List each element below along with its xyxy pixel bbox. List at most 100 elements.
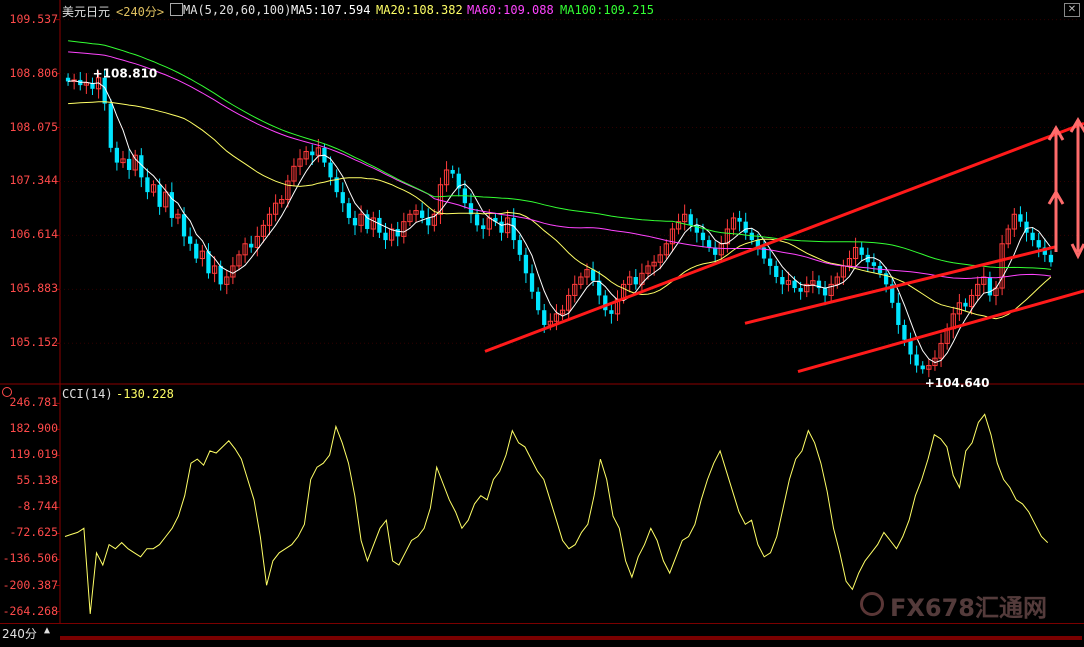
candle-body: [535, 291, 541, 311]
candle-body: [310, 151, 315, 156]
candle-body: [340, 192, 345, 204]
candle-body: [194, 243, 199, 259]
candle-body: [218, 265, 223, 285]
candle-body: [859, 247, 864, 255]
candle-body: [169, 192, 174, 218]
cci-tick-label: -264.268: [2, 603, 58, 618]
candle-body: [395, 229, 400, 237]
candle-body: [774, 265, 779, 277]
candle-body: [590, 269, 596, 281]
candle-body: [181, 214, 187, 237]
candle-body: [700, 232, 706, 241]
candle-body: [896, 302, 901, 325]
candle-body: [963, 302, 968, 307]
symbol-title: 美元日元: [62, 5, 111, 19]
candle-body: [1030, 232, 1035, 241]
candle-body: [871, 262, 877, 266]
cci-tick-label: -200.387: [2, 577, 58, 592]
candle-body: [145, 177, 150, 193]
candle-body: [908, 339, 913, 355]
ma100-line: [68, 40, 1051, 270]
cci-tick-label: 119.019: [9, 447, 58, 462]
candle-body: [743, 221, 748, 233]
ma5-value: MA5:107.594: [291, 3, 371, 17]
close-icon[interactable]: ✕: [1064, 3, 1080, 17]
candle-body: [420, 210, 425, 218]
candle-body: [798, 288, 803, 292]
cci-line: [64, 413, 1049, 614]
candle-body: [603, 295, 608, 311]
high-price-label: +108.810: [93, 66, 158, 80]
candle-body: [426, 217, 431, 226]
price-tick-label: 105.883: [9, 281, 58, 296]
cci-value: -130.228: [116, 387, 174, 401]
ma60-value: MA60:109.088: [467, 3, 554, 17]
candle-body: [157, 184, 162, 207]
candle-body: [1036, 240, 1041, 248]
chart-indicator-icon[interactable]: [170, 3, 183, 16]
candle-body: [450, 169, 455, 174]
candle-body: [780, 276, 785, 285]
price-tick-label: 107.344: [9, 173, 58, 188]
candle-body: [542, 310, 547, 325]
candle-body: [517, 240, 522, 255]
candle-body: [609, 310, 614, 314]
ma5-line: [68, 80, 1052, 364]
period-tab[interactable]: 240分: [2, 625, 37, 642]
candle-body: [511, 217, 516, 241]
candle-body: [249, 243, 254, 248]
price-tick-label: 106.614: [9, 227, 58, 242]
candle-body: [352, 217, 358, 226]
candle-body: [481, 225, 486, 230]
candle-body: [822, 288, 828, 296]
price-tick-label: 108.806: [9, 65, 58, 80]
ma20-value: MA20:108.382: [376, 3, 463, 17]
candle-body: [188, 236, 193, 244]
cci-tick-label: -8.744: [16, 499, 58, 514]
candle-body: [523, 254, 529, 274]
candle-body: [688, 214, 693, 226]
low-price-label: +104.640: [925, 376, 990, 390]
candle-body: [1048, 254, 1054, 263]
period-label[interactable]: <240分>: [116, 3, 164, 20]
ma20-line: [68, 101, 1052, 320]
candle-body: [383, 232, 388, 241]
candle-body: [792, 280, 797, 289]
price-chart-svg[interactable]: +108.810 +104.640: [0, 0, 1084, 643]
candle-body: [377, 217, 382, 233]
candle-body: [706, 240, 712, 248]
ma100-value: MA100:109.215: [560, 3, 654, 17]
candle-body: [328, 162, 333, 178]
candle-body: [914, 354, 919, 366]
candle-body: [633, 276, 638, 285]
price-tick-label: 109.537: [9, 11, 58, 26]
candle-body: [499, 221, 504, 233]
cci-tick-label: 55.138: [16, 473, 58, 488]
candle-body: [1018, 214, 1023, 222]
candle-body: [987, 276, 993, 296]
ma60-line: [68, 51, 1051, 280]
period-arrow-icon[interactable]: ▲: [44, 625, 50, 636]
cci-tick-label: -72.625: [9, 525, 58, 540]
watermark-text: FX678汇通网: [890, 594, 1047, 622]
candle-body: [108, 103, 113, 148]
cci-tick-label: 246.781: [9, 395, 58, 410]
cci-tick-label: -136.506: [2, 551, 58, 566]
candle-body: [529, 273, 535, 292]
cci-label: CCI(14): [62, 387, 113, 401]
ma-params: MA(5,20,60,100): [183, 3, 292, 17]
price-tick-label: 105.152: [9, 335, 58, 350]
candle-body: [920, 365, 925, 370]
candle-body: [902, 324, 907, 340]
candle-body: [767, 258, 773, 266]
horizontal-scrollbar[interactable]: [60, 636, 1082, 640]
watermark-logo-icon: [860, 592, 884, 616]
price-tick-label: 108.075: [9, 119, 58, 134]
candle-body: [114, 147, 120, 163]
candle-body: [126, 158, 132, 170]
candle-body: [474, 214, 480, 226]
candle-body: [749, 232, 754, 241]
chart-window: +108.810 +104.640 美元日元 <240分> MA(5,20,60,…: [0, 0, 1084, 644]
candle-body: [737, 217, 742, 222]
bottom-bar: [0, 623, 1084, 644]
